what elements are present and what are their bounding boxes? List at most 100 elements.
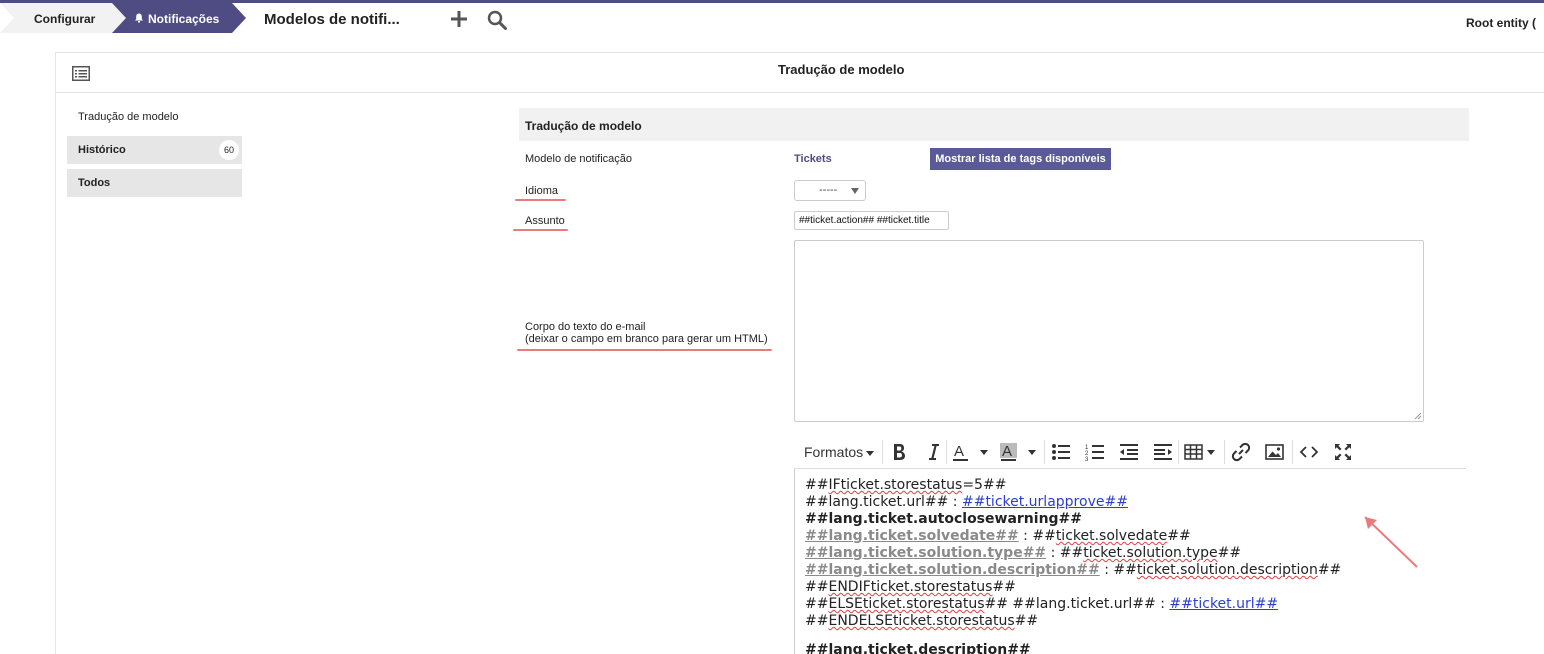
editor-text: ## — [1317, 562, 1342, 578]
editor-line: ##ENDELSEticket.storestatus## — [805, 613, 1466, 630]
svg-text:A: A — [1002, 443, 1012, 460]
body-label-line2: (deixar o campo em branco para gerar um … — [525, 333, 768, 345]
language-annotation-underline — [515, 199, 566, 201]
list-icon[interactable] — [72, 66, 90, 81]
bullet-list-icon[interactable] — [1050, 441, 1072, 463]
breadcrumb-configure[interactable]: Configurar — [0, 3, 144, 33]
toolbar-separator — [946, 440, 947, 464]
editor-text: ## — [805, 613, 829, 629]
editor-text: ticket.solution.description — [1136, 562, 1318, 578]
editor-text: ## — [805, 477, 829, 493]
section-header: Tradução de modelo — [519, 108, 1469, 141]
plus-icon[interactable] — [450, 10, 468, 28]
source-code-icon[interactable] — [1298, 441, 1320, 463]
formats-dropdown[interactable]: Formatos — [804, 444, 875, 466]
bell-icon — [135, 13, 143, 23]
subject-annotation-underline — [513, 229, 568, 231]
breadcrumb-notifications-label: Notificações — [148, 12, 220, 26]
editor-line: ##ELSEticket.storestatus## ##lang.ticket… — [805, 596, 1466, 613]
editor-toolbar: Formatos A A 123 — [794, 433, 1466, 469]
toolbar-separator — [1178, 440, 1179, 464]
language-select-value: ----- — [819, 184, 838, 196]
editor-text: ## — [992, 579, 1016, 595]
editor-text: ## — [1014, 613, 1039, 629]
editor-blank-line — [805, 630, 1466, 642]
search-icon[interactable] — [487, 10, 507, 30]
numbered-list-icon[interactable]: 123 — [1084, 441, 1106, 463]
annotation-arrow — [1364, 516, 1418, 568]
editor-text: : ## — [1099, 562, 1137, 578]
card-header: Tradução de modelo — [56, 53, 1544, 93]
editor-text: ##lang.ticket.solution.type## — [805, 545, 1047, 561]
breadcrumb-configure-label: Configurar — [34, 12, 96, 26]
subject-label: Assunto — [525, 215, 565, 227]
svg-text:A: A — [954, 443, 964, 460]
show-tags-button[interactable]: Mostrar lista de tags disponíveis — [930, 148, 1111, 170]
italic-icon[interactable] — [924, 441, 942, 463]
tab-history-label: Histórico — [78, 144, 126, 156]
editor-text: ## — [805, 596, 829, 612]
background-color-icon[interactable]: A — [1000, 441, 1042, 463]
editor-text: ##lang.ticket.description## — [805, 642, 1031, 654]
toolbar-separator — [882, 440, 883, 464]
toolbar-separator — [1292, 440, 1293, 464]
tab-history[interactable]: Histórico 60 — [67, 136, 242, 164]
breadcrumb-notifications[interactable]: Notificações — [112, 3, 246, 33]
editor-text: ## — [1217, 545, 1242, 561]
text-color-icon[interactable]: A — [952, 441, 994, 463]
template-link[interactable]: Tickets — [794, 153, 832, 165]
resize-grip-icon[interactable] — [1414, 412, 1422, 420]
editor-text: ticket.solution.type — [1083, 545, 1218, 561]
editor-text: ##lang.ticket.solution.description## — [805, 562, 1100, 578]
body-label-line1: Corpo do texto do e-mail — [525, 321, 646, 333]
fullscreen-icon[interactable] — [1332, 441, 1354, 463]
link-icon[interactable] — [1230, 441, 1252, 463]
tab-template-translation[interactable]: Tradução de modelo — [67, 103, 242, 131]
bold-icon[interactable] — [890, 441, 908, 463]
card-title: Tradução de modelo — [778, 62, 905, 77]
editor-text: IFticket.storestatus — [828, 477, 963, 493]
tab-all[interactable]: Todos — [67, 169, 242, 197]
editor-line: ##IFticket.storestatus=5## — [805, 477, 1466, 494]
editor-text: ##lang.ticket.solvedate## — [805, 528, 1019, 544]
history-count-badge: 60 — [219, 140, 239, 160]
editor-text: ENDIFticket.storestatus — [828, 579, 993, 595]
editor-text: : ## — [1046, 545, 1084, 561]
template-label: Modelo de notificação — [525, 153, 633, 165]
language-label: Idioma — [525, 185, 559, 197]
editor-text: ##lang.ticket.autoclosewarning## — [805, 511, 1083, 527]
language-select[interactable]: ----- — [794, 180, 866, 201]
body-textarea[interactable] — [794, 240, 1424, 422]
editor-text: : ## — [1018, 528, 1056, 544]
svg-text:3: 3 — [1085, 457, 1089, 463]
editor-line: ##ENDIFticket.storestatus## — [805, 579, 1466, 596]
main-card: Tradução de modelo Tradução de modelo Hi… — [55, 52, 1544, 654]
editor-text: =5## — [962, 477, 1007, 493]
editor-line: ##lang.ticket.url## : ##ticket.urlapprov… — [805, 494, 1466, 511]
page-title[interactable]: Modelos de notifi... — [264, 11, 400, 28]
editor-link[interactable]: ##ticket.urlapprove## — [962, 494, 1128, 510]
image-icon[interactable] — [1264, 441, 1286, 463]
section-title: Tradução de modelo — [525, 119, 642, 133]
editor-text: ## ##lang.ticket.url## : — [984, 596, 1170, 612]
chevron-down-icon — [851, 188, 859, 194]
caret-down-icon — [866, 450, 875, 456]
entity-selector[interactable]: Root entity ( — [1466, 16, 1536, 30]
outdent-icon[interactable] — [1118, 441, 1140, 463]
formats-label: Formatos — [804, 444, 864, 460]
body-annotation-underline — [517, 349, 772, 351]
tab-template-translation-label: Tradução de modelo — [78, 111, 179, 123]
toolbar-separator — [1224, 440, 1225, 464]
editor-line: ##lang.ticket.description## — [805, 642, 1466, 654]
editor-text: ## — [1167, 528, 1191, 544]
editor-link[interactable]: ##ticket.url## — [1169, 596, 1278, 612]
editor-text: ## — [805, 579, 829, 595]
indent-icon[interactable] — [1152, 441, 1174, 463]
table-icon[interactable] — [1184, 441, 1218, 463]
editor-text: ELSEticket.storestatus — [828, 596, 985, 612]
editor-text: ENDELSEticket.storestatus — [828, 613, 1015, 629]
editor-text: ticket.solvedate — [1055, 528, 1168, 544]
subject-input[interactable]: ##ticket.action## ##ticket.title — [794, 211, 949, 230]
tab-all-label: Todos — [78, 177, 111, 189]
editor-text: ##lang.ticket.url## : — [805, 494, 962, 510]
